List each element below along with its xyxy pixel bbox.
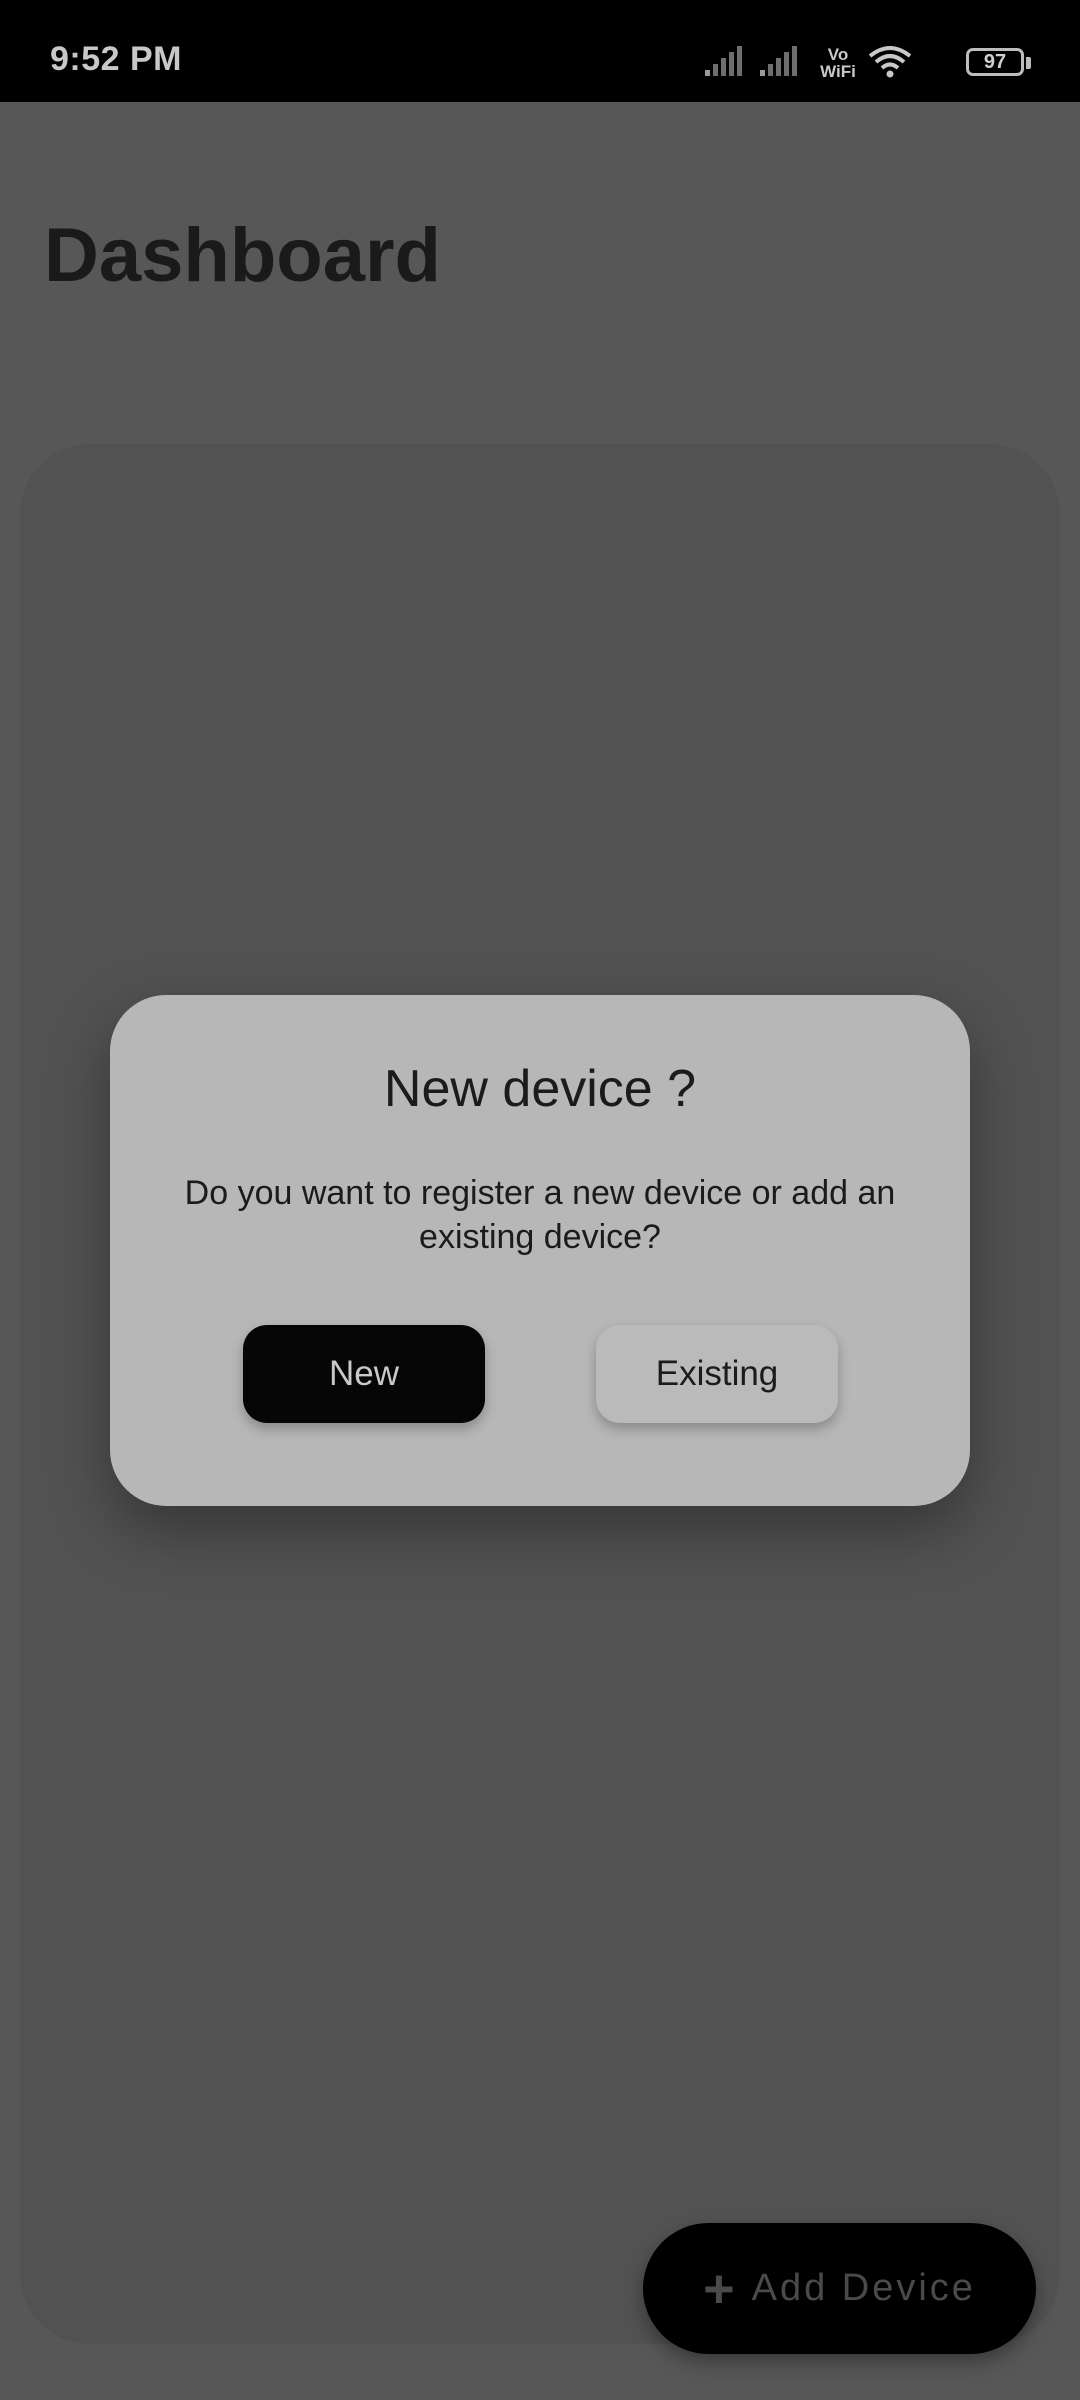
battery-icon: 97 [966,48,1024,76]
wifi-icon [868,46,912,78]
new-button[interactable]: New [243,1325,485,1423]
vowifi-icon: Vo WiFi [818,46,858,80]
battery-level: 97 [983,51,1007,73]
vowifi-label-top: Vo [827,45,849,64]
cell-signal-icon [760,46,797,76]
page-title: Dashboard [44,213,441,298]
existing-button[interactable]: Existing [596,1325,838,1423]
dialog-message: Do you want to register a new device or … [184,1174,896,1256]
plus-icon: + [703,2258,738,2319]
new-device-dialog: New device ? Do you want to register a n… [110,995,970,1506]
vowifi-label-bottom: WiFi [820,62,856,81]
battery-tip [1026,57,1031,69]
status-time: 9:52 PM [50,40,182,78]
add-device-label: Add Device [751,2267,976,2309]
dialog-title: New device ? [383,1060,697,1118]
add-device-button[interactable]: + Add Device [643,2223,1036,2354]
status-bar: 9:52 PM Vo WiFi 97 [0,0,1080,102]
cell-signal-icon [705,46,742,76]
